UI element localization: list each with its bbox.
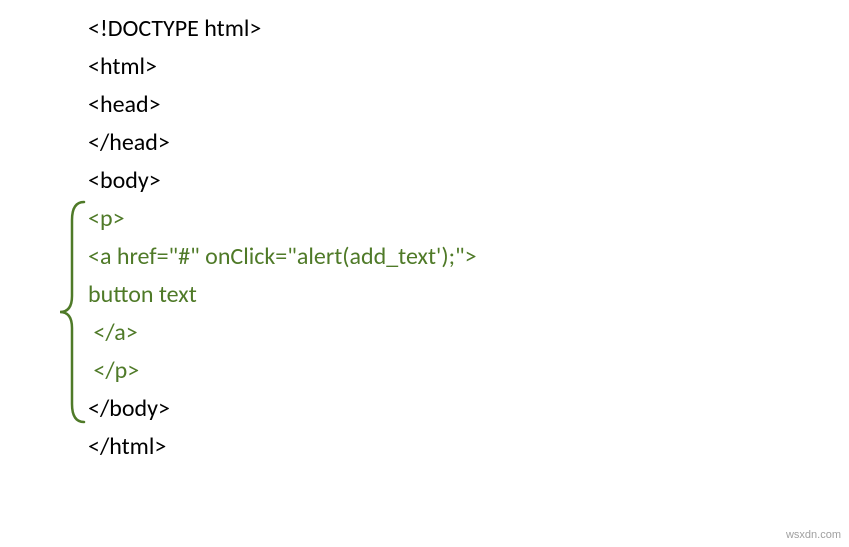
code-line-6: <p> — [88, 200, 477, 238]
code-line-9: </a> — [88, 314, 477, 352]
code-line-11: </body> — [88, 390, 477, 428]
code-line-7: <a href="#" onClick="alert(add_text');"> — [88, 238, 477, 276]
code-line-1: <!DOCTYPE html> — [88, 10, 477, 48]
code-line-2: <html> — [88, 48, 477, 86]
code-line-8: button text — [88, 276, 477, 314]
brace-bracket-icon — [58, 200, 86, 424]
code-block: <!DOCTYPE html> <html> <head> </head> <b… — [88, 10, 477, 466]
code-line-4: </head> — [88, 124, 477, 162]
watermark-text: wsxdn.com — [786, 529, 841, 541]
code-line-5: <body> — [88, 162, 477, 200]
code-line-12: </html> — [88, 428, 477, 466]
code-line-3: <head> — [88, 86, 477, 124]
code-line-10: </p> — [88, 352, 477, 390]
